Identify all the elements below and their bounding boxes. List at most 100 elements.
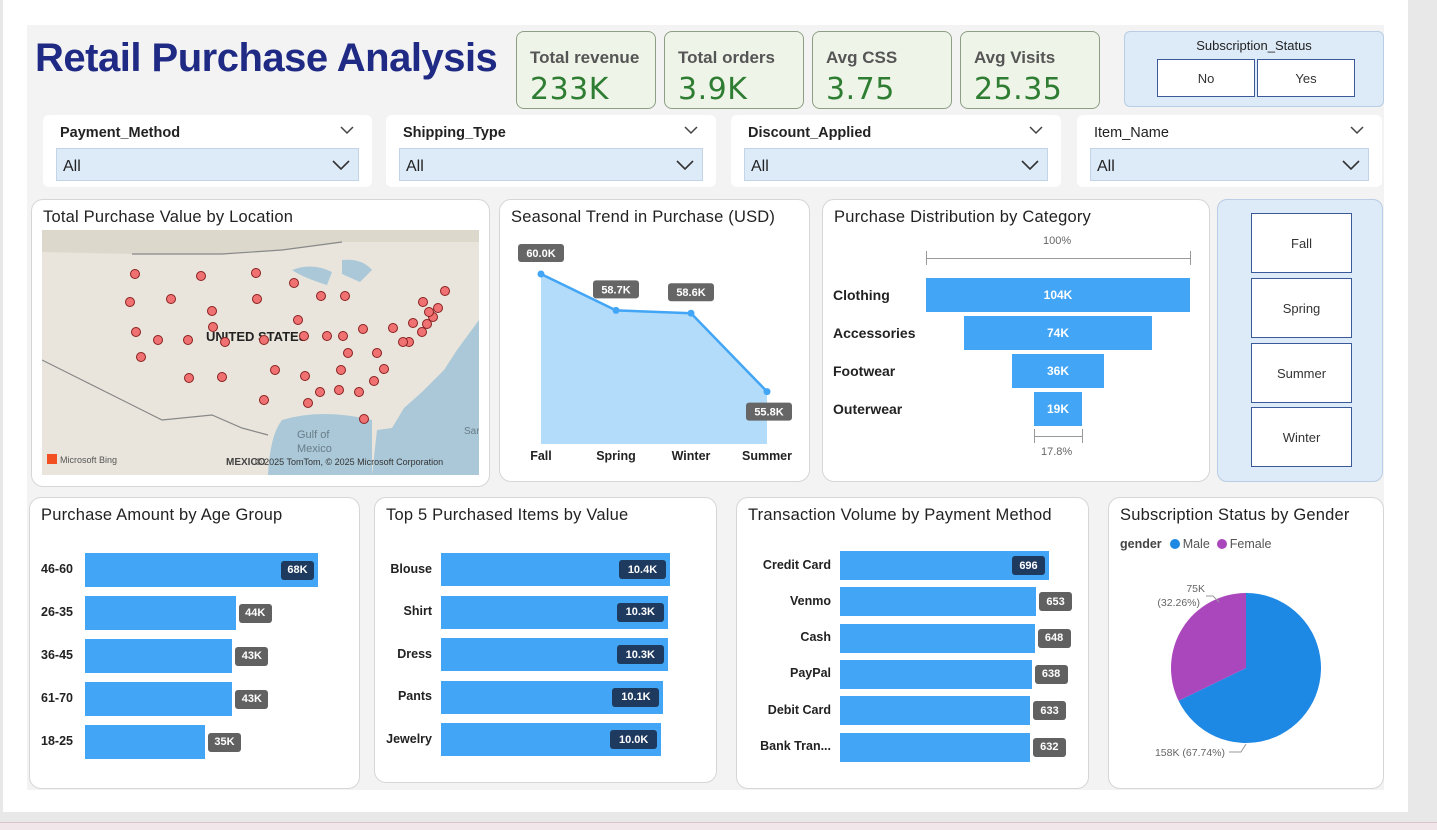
payment-method-title: Transaction Volume by Payment Method <box>748 506 1052 524</box>
area-point[interactable] <box>537 270 545 278</box>
location-marker[interactable] <box>340 291 350 301</box>
kpi-label: Avg Visits <box>974 48 1056 67</box>
location-marker[interactable] <box>424 307 434 317</box>
dropdown-value: All <box>751 158 769 175</box>
location-marker[interactable] <box>336 365 346 375</box>
age-group-bar[interactable] <box>85 639 233 673</box>
location-marker[interactable] <box>183 335 193 345</box>
funnel-bar[interactable]: 36K <box>1012 354 1104 388</box>
area-point[interactable] <box>687 309 695 317</box>
location-marker[interactable] <box>252 294 262 304</box>
location-marker[interactable] <box>259 395 269 405</box>
location-marker[interactable] <box>418 297 428 307</box>
location-marker[interactable] <box>354 387 364 397</box>
filter-label: Discount_Applied <box>748 125 872 141</box>
shipping-type-dropdown[interactable]: All <box>399 148 703 181</box>
top-items-card: Top 5 Purchased Items by Value Blouse 10.… <box>374 497 717 783</box>
location-marker[interactable] <box>398 337 408 347</box>
location-marker[interactable] <box>217 372 227 382</box>
season-fall-button[interactable]: Fall <box>1251 213 1352 273</box>
location-marker[interactable] <box>153 335 163 345</box>
chevron-down-icon <box>1342 160 1360 171</box>
season-spring-button[interactable]: Spring <box>1251 278 1352 338</box>
funnel-bottom-percent: 17.8% <box>1041 446 1073 458</box>
location-marker[interactable] <box>300 371 310 381</box>
subscription-yes-button[interactable]: Yes <box>1257 59 1355 97</box>
chevron-down-icon[interactable] <box>340 123 354 137</box>
location-marker[interactable] <box>131 327 141 337</box>
location-marker[interactable] <box>408 318 418 328</box>
location-marker[interactable] <box>220 337 230 347</box>
location-marker[interactable] <box>251 268 261 278</box>
funnel-top-bracket-left <box>926 251 927 265</box>
location-marker[interactable] <box>299 331 309 341</box>
location-marker[interactable] <box>379 364 389 374</box>
funnel-top-percent: 100% <box>1043 235 1072 247</box>
age-group-bar[interactable] <box>85 682 233 716</box>
payment-method-dropdown[interactable]: All <box>56 148 359 181</box>
location-marker[interactable] <box>338 331 348 341</box>
location-marker[interactable] <box>136 352 146 362</box>
pie-label-female-value: 75K <box>1186 583 1205 595</box>
season-winter-button[interactable]: Winter <box>1251 407 1352 467</box>
location-marker[interactable] <box>166 294 176 304</box>
payment-method-bar[interactable] <box>840 587 1037 617</box>
area-point[interactable] <box>763 388 771 396</box>
location-marker[interactable] <box>184 373 194 383</box>
location-marker[interactable] <box>322 331 332 341</box>
item-name-dropdown[interactable]: All <box>1090 148 1369 181</box>
area-point[interactable] <box>612 306 620 314</box>
location-marker[interactable] <box>359 414 369 424</box>
chevron-down-icon[interactable] <box>1029 123 1043 137</box>
payment-method-bar[interactable] <box>840 732 1030 762</box>
item-data-label: 10.1K <box>612 687 660 707</box>
location-marker[interactable] <box>196 271 206 281</box>
location-marker[interactable] <box>334 385 344 395</box>
payment-method-bar[interactable] <box>840 659 1032 689</box>
location-marker[interactable] <box>343 348 353 358</box>
funnel-bar[interactable]: 104K <box>926 278 1190 312</box>
location-marker[interactable] <box>293 315 303 325</box>
location-marker[interactable] <box>259 335 269 345</box>
season-slicer: Fall Spring Summer Winter <box>1217 199 1383 482</box>
location-marker[interactable] <box>130 269 140 279</box>
gulf-label-1: Gulf of <box>297 429 330 441</box>
payment-method-data-label: 653 <box>1039 592 1073 612</box>
season-summer-button[interactable]: Summer <box>1251 343 1352 403</box>
funnel-bar[interactable]: 19K <box>1033 392 1083 426</box>
chevron-down-icon[interactable] <box>684 123 698 137</box>
chevron-down-icon[interactable] <box>1350 123 1364 137</box>
payment-method-bar[interactable] <box>840 696 1031 726</box>
location-marker[interactable] <box>440 286 450 296</box>
age-group-bar[interactable] <box>85 596 236 630</box>
payment-method-label: Debit Card <box>767 702 831 717</box>
location-marker[interactable] <box>289 278 299 288</box>
location-marker[interactable] <box>372 348 382 358</box>
location-marker[interactable] <box>208 322 218 332</box>
location-marker[interactable] <box>207 306 217 316</box>
location-marker[interactable] <box>388 323 398 333</box>
payment-method-data-label: 648 <box>1037 628 1071 648</box>
location-marker[interactable] <box>303 398 313 408</box>
location-marker[interactable] <box>433 303 443 313</box>
us-map[interactable]: Gulf of Mexico Sar UNITED STATES MEXICO … <box>42 230 479 475</box>
payment-method-bar[interactable] <box>840 623 1035 653</box>
subscription-no-button[interactable]: No <box>1157 59 1255 97</box>
age-group-label: 61-70 <box>41 691 73 705</box>
chevron-down-icon <box>1021 160 1039 171</box>
location-marker[interactable] <box>315 387 325 397</box>
location-marker[interactable] <box>369 376 379 386</box>
location-marker[interactable] <box>316 291 326 301</box>
location-marker[interactable] <box>270 365 280 375</box>
location-marker[interactable] <box>358 324 368 334</box>
discount-applied-dropdown[interactable]: All <box>744 148 1048 181</box>
location-marker[interactable] <box>417 327 427 337</box>
kpi-label: Total revenue <box>530 48 640 67</box>
location-marker[interactable] <box>125 297 135 307</box>
kpi-value: 3.75 <box>826 72 895 107</box>
age-group-bar[interactable] <box>85 725 205 759</box>
dropdown-value: All <box>63 158 81 175</box>
kpi-avg-visits: Avg Visits 25.35 <box>960 31 1100 109</box>
funnel-bar[interactable]: 74K <box>964 316 1152 350</box>
funnel-category-label: Clothing <box>833 287 890 303</box>
